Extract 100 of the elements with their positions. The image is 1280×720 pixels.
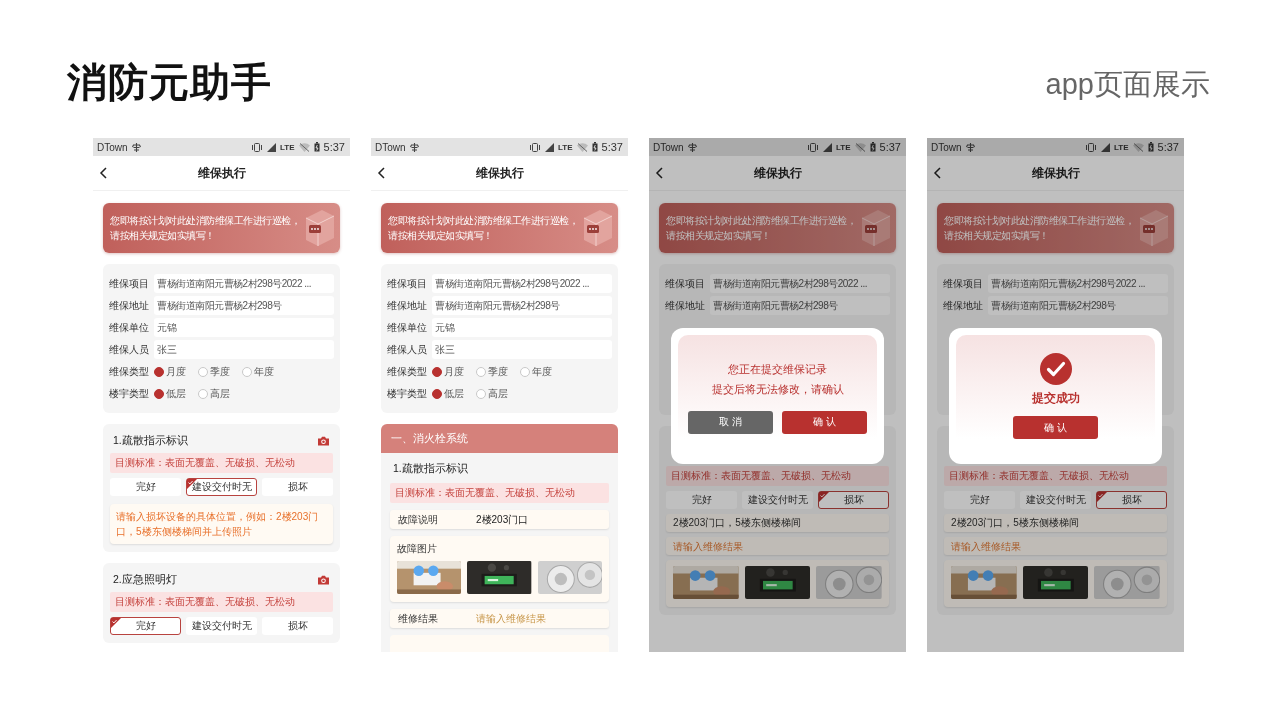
- radio-dot[interactable]: [432, 366, 442, 377]
- back-icon[interactable]: [99, 167, 109, 179]
- text-field[interactable]: 曹杨街道南阳元曹杨2村298号: [432, 296, 612, 315]
- text-field[interactable]: 曹杨街道南阳元曹杨2村298号2022 ...: [432, 274, 612, 293]
- field-label: 维保地址: [387, 298, 428, 313]
- option-button[interactable]: 损坏: [1096, 491, 1167, 509]
- field-label: 维保地址: [943, 298, 984, 313]
- text-field[interactable]: 元锦: [154, 318, 334, 337]
- text-field[interactable]: 曹杨街道南阳元曹杨2村298号: [988, 296, 1168, 315]
- radio-option[interactable]: 低层: [432, 386, 464, 401]
- text-field[interactable]: 元锦: [432, 318, 612, 337]
- text-field[interactable]: 曹杨街道南阳元曹杨2村298号: [154, 296, 334, 315]
- text-field[interactable]: 张三: [154, 340, 334, 359]
- back-icon[interactable]: [377, 167, 387, 179]
- radio-option[interactable]: 年度: [520, 364, 552, 379]
- item-title: 1.疏散指示标识: [393, 462, 468, 476]
- confirm-button[interactable]: 确 认: [1013, 416, 1098, 439]
- radio-option[interactable]: 季度: [476, 364, 508, 379]
- radio-option[interactable]: 高层: [198, 386, 230, 401]
- radio-option[interactable]: 低层: [154, 386, 186, 401]
- field-label: 维保项目: [387, 276, 428, 291]
- camera-icon[interactable]: [317, 436, 330, 446]
- radio-option[interactable]: 季度: [198, 364, 230, 379]
- option-button[interactable]: 完好: [666, 491, 737, 509]
- cancel-button[interactable]: 取 消: [688, 410, 773, 434]
- corner-check-icon: [1097, 492, 1107, 502]
- back-icon[interactable]: [933, 167, 943, 179]
- inspection-standard: 目测标准：表面无覆盖、无破损、无松动: [110, 453, 333, 473]
- vibrate-icon: [251, 142, 264, 152]
- result-input[interactable]: 请输入维修结果: [944, 537, 1167, 555]
- battery-icon: [869, 142, 876, 152]
- field-label: 维保项目: [943, 276, 984, 291]
- radio-dot[interactable]: [432, 388, 442, 399]
- wifi-icon: [576, 142, 588, 152]
- inspection-standard: 目测标准：表面无覆盖、无破损、无松动: [666, 466, 889, 486]
- vibrate-icon: [529, 142, 542, 152]
- radio-label: 年度: [532, 364, 552, 379]
- radio-label: 低层: [166, 386, 186, 401]
- text-field[interactable]: 曹杨街道南阳元曹杨2村298号2022 ...: [710, 274, 890, 293]
- result-field[interactable]: 维修结果 请输入维修结果: [390, 609, 609, 628]
- text-field[interactable]: 曹杨街道南阳元曹杨2村298号: [710, 296, 890, 315]
- text-field[interactable]: 曹杨街道南阳元曹杨2村298号2022 ...: [988, 274, 1168, 293]
- option-button[interactable]: 完好: [110, 617, 181, 635]
- field-label: 维保项目: [109, 276, 150, 291]
- notification-icon: [687, 142, 697, 152]
- inspection-standard: 目测标准：表面无覆盖、无破损、无松动: [944, 466, 1167, 486]
- field-label: 维保单位: [109, 320, 150, 335]
- field-label: 维保单位: [387, 320, 428, 335]
- notification-icon: [965, 142, 975, 152]
- notice-text: 您即将按计划对此处消防维保工作进行巡检， 请按相关规定如实填写！: [944, 214, 1134, 243]
- signal-icon: [545, 142, 555, 152]
- radio-option[interactable]: 高层: [476, 386, 508, 401]
- corner-check-icon: [111, 618, 121, 628]
- carrier-name: DTown: [931, 141, 962, 153]
- option-button[interactable]: 建设交付时无: [186, 617, 257, 635]
- camera-icon[interactable]: [317, 575, 330, 585]
- radio-option[interactable]: 年度: [242, 364, 274, 379]
- field-value: 2楼203门口: [476, 512, 529, 527]
- network-type: LTE: [558, 142, 573, 152]
- radio-dot[interactable]: [154, 388, 164, 399]
- success-check-icon: [1039, 353, 1072, 385]
- text-field[interactable]: 曹杨街道南阳元曹杨2村298号2022 ...: [154, 274, 334, 293]
- page-title: 维保执行: [752, 164, 803, 182]
- confirm-message: 您正在提交维保记录 提交后将无法修改，请确认: [711, 361, 844, 397]
- wifi-icon: [298, 142, 310, 152]
- inspection-standard: 目测标准：表面无覆盖、无破损、无松动: [390, 483, 609, 503]
- carrier-name: DTown: [653, 141, 684, 153]
- notice-text: 您即将按计划对此处消防维保工作进行巡检， 请按相关规定如实填写！: [388, 214, 578, 243]
- clock-time: 5:37: [1157, 141, 1179, 153]
- notification-icon: [131, 142, 141, 152]
- radio-dot[interactable]: [154, 366, 164, 377]
- option-button[interactable]: 损坏: [818, 491, 889, 509]
- confirm-button[interactable]: 确 认: [782, 410, 867, 434]
- field-label: 维保人员: [387, 342, 428, 357]
- clock-time: 5:37: [879, 141, 901, 153]
- radio-option[interactable]: 月度: [154, 364, 186, 379]
- battery-icon: [313, 142, 320, 152]
- signal-icon: [823, 142, 833, 152]
- option-button[interactable]: 建设交付时无: [742, 491, 813, 509]
- location-textarea[interactable]: 请输入损坏设备的具体位置，例如：2楼203门口，5楼东侧楼梯间并上传照片: [110, 504, 333, 544]
- text-field[interactable]: 张三: [432, 340, 612, 359]
- radio-option[interactable]: 月度: [432, 364, 464, 379]
- field-label: 维修结果: [398, 611, 439, 626]
- option-button[interactable]: 损坏: [262, 617, 333, 635]
- option-button[interactable]: 建设交付时无: [1020, 491, 1091, 509]
- radio-label: 高层: [488, 386, 508, 401]
- clock-time: 5:37: [601, 141, 623, 153]
- wifi-icon: [854, 142, 866, 152]
- fault-description: 2楼203门口，5楼东侧楼梯间: [666, 514, 889, 532]
- option-button[interactable]: 完好: [110, 478, 181, 496]
- notification-icon: [409, 142, 419, 152]
- result-input[interactable]: 请输入维修结果: [666, 537, 889, 555]
- option-button[interactable]: 建设交付时无: [186, 478, 257, 496]
- page-title: 维保执行: [1030, 164, 1081, 182]
- back-icon[interactable]: [655, 167, 665, 179]
- slide-subtitle: app页面展示: [1045, 67, 1210, 102]
- result-input[interactable]: 请输入维修结果: [476, 613, 609, 624]
- signal-icon: [1101, 142, 1111, 152]
- option-button[interactable]: 损坏: [262, 478, 333, 496]
- option-button[interactable]: 完好: [944, 491, 1015, 509]
